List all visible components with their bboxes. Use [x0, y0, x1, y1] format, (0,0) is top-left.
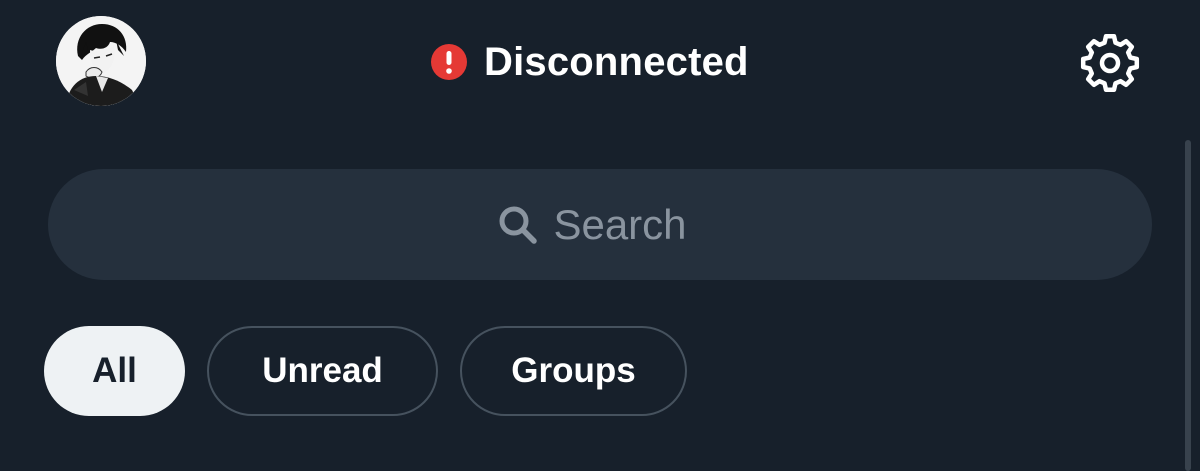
connection-status: Disconnected — [430, 40, 749, 84]
gear-icon — [1080, 33, 1140, 93]
alert-circle-icon — [431, 44, 467, 80]
connection-status-label: Disconnected — [484, 40, 749, 84]
filter-chip-label: Unread — [262, 351, 383, 390]
avatar-illustration — [56, 16, 146, 106]
search-icon — [499, 206, 538, 244]
filter-chip-label: All — [92, 351, 137, 390]
filter-chip-all[interactable]: All — [44, 326, 185, 416]
filter-chip-groups[interactable]: Groups — [460, 326, 687, 416]
chat-list-screen: Disconnected Search All Unread Groups — [0, 0, 1200, 471]
search-input[interactable]: Search — [48, 169, 1152, 280]
scrollbar[interactable] — [1185, 140, 1191, 471]
filter-chip-label: Groups — [511, 351, 636, 390]
settings-button[interactable] — [1080, 33, 1140, 93]
filter-chip-unread[interactable]: Unread — [207, 326, 438, 416]
search-placeholder: Search — [553, 200, 687, 248]
profile-avatar[interactable] — [56, 16, 146, 106]
